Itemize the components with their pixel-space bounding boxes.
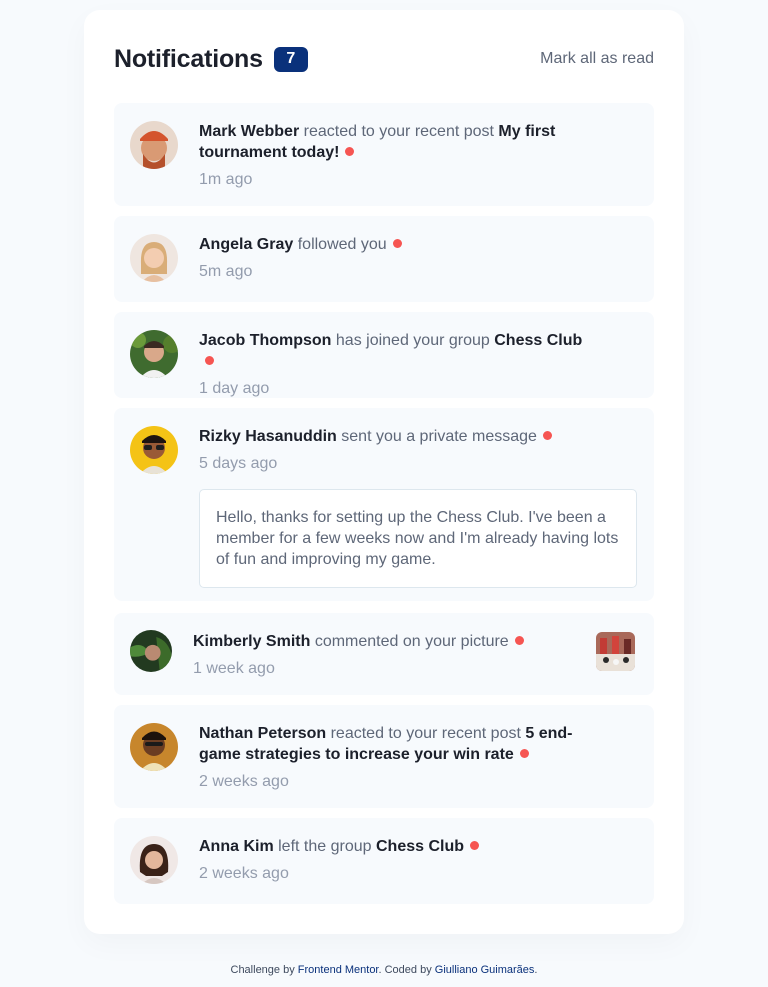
notification-item[interactable]: Angela Gray followed you 5m ago	[114, 216, 654, 302]
footer-prefix: Challenge by	[230, 964, 295, 976]
action-text: sent you a private message	[341, 428, 537, 445]
unread-dot	[519, 749, 529, 758]
unread-dot	[470, 841, 479, 850]
actor-name[interactable]: Angela Gray	[199, 236, 293, 253]
unread-count-badge: 7	[273, 46, 308, 72]
actor-name[interactable]: Anna Kim	[199, 838, 274, 855]
avatar[interactable]	[130, 630, 172, 672]
action-text: left the group	[278, 838, 372, 855]
target-link[interactable]: Chess Club	[376, 838, 464, 855]
footer-suffix: .	[534, 964, 538, 976]
actor-name[interactable]: Jacob Thompson	[199, 332, 331, 349]
actor-name[interactable]: Rizky Hasanuddin	[199, 428, 337, 445]
avatar[interactable]	[130, 836, 178, 884]
unread-dot	[392, 239, 402, 248]
actor-name[interactable]: Kimberly Smith	[193, 633, 310, 650]
avatar-kimberly-smith-icon	[130, 630, 172, 672]
avatar[interactable]	[130, 121, 178, 169]
page-title: Notifications	[114, 44, 263, 73]
timestamp: 2 weeks ago	[199, 773, 289, 790]
action-text: reacted to your recent post	[330, 725, 521, 742]
avatar[interactable]	[130, 234, 178, 282]
action-text: followed you	[297, 236, 387, 253]
notification-text: Angela Gray followed you 5m ago	[199, 234, 594, 282]
avatar-jacob-thompson-icon	[130, 330, 178, 378]
unread-dot	[542, 431, 552, 440]
notification-item[interactable]: Anna Kim left the group Chess Club 2 wee…	[114, 818, 654, 904]
notification-text: Rizky Hasanuddin sent you a private mess…	[199, 426, 594, 474]
notification-text: Kimberly Smith commented on your picture…	[193, 631, 544, 679]
timestamp: 2 weeks ago	[199, 865, 289, 882]
commented-picture[interactable]	[596, 632, 635, 671]
avatar-mark-webber-icon	[130, 121, 178, 169]
action-text: commented on your picture	[314, 633, 509, 650]
frontend-mentor-link[interactable]: Frontend Mentor	[298, 964, 379, 976]
avatar-angela-gray-icon	[130, 234, 178, 282]
chess-picture-icon	[596, 632, 635, 671]
mark-all-as-read-button[interactable]: Mark all as read	[540, 50, 654, 68]
avatar-nathan-peterson-icon	[130, 723, 178, 771]
notification-item[interactable]: Rizky Hasanuddin sent you a private mess…	[114, 408, 654, 601]
action-text: reacted to your recent post	[303, 123, 494, 140]
attribution-footer: Challenge by Frontend Mentor. Coded by G…	[0, 964, 768, 976]
unread-dot	[514, 636, 524, 645]
timestamp: 5m ago	[199, 263, 253, 280]
notification-item[interactable]: Nathan Peterson reacted to your recent p…	[114, 705, 654, 808]
timestamp: 1m ago	[199, 171, 253, 188]
action-text: has joined your group	[335, 332, 490, 349]
avatar-anna-kim-icon	[130, 836, 178, 884]
author-link[interactable]: Giulliano Guimarães	[435, 964, 535, 976]
timestamp: 1 week ago	[193, 660, 275, 677]
timestamp: 1 day ago	[199, 380, 270, 397]
title-wrap: Notifications 7	[114, 45, 308, 74]
notification-item[interactable]: Jacob Thompson has joined your group Che…	[114, 312, 654, 398]
header: Notifications 7 Mark all as read	[114, 42, 654, 76]
footer-middle: . Coded by	[378, 964, 432, 976]
timestamp: 5 days ago	[199, 455, 278, 472]
avatar[interactable]	[130, 330, 178, 378]
notification-item[interactable]: Mark Webber reacted to your recent post …	[114, 103, 654, 206]
notifications-card: Notifications 7 Mark all as read Mark We…	[84, 10, 684, 934]
unread-dot	[205, 356, 214, 365]
notification-text: Mark Webber reacted to your recent post …	[199, 121, 594, 190]
unread-dot	[345, 147, 355, 156]
avatar[interactable]	[130, 723, 178, 771]
actor-name[interactable]: Nathan Peterson	[199, 725, 326, 742]
notification-text: Anna Kim left the group Chess Club 2 wee…	[199, 836, 594, 884]
notification-text: Jacob Thompson has joined your group Che…	[199, 330, 594, 399]
target-link[interactable]: Chess Club	[494, 332, 582, 349]
notification-item[interactable]: Kimberly Smith commented on your picture…	[114, 613, 654, 695]
actor-name[interactable]: Mark Webber	[199, 123, 299, 140]
avatar[interactable]	[130, 426, 178, 474]
private-message-preview[interactable]: Hello, thanks for setting up the Chess C…	[199, 489, 637, 588]
notification-text: Nathan Peterson reacted to your recent p…	[199, 723, 594, 792]
avatar-rizky-hasanuddin-icon	[130, 426, 178, 474]
